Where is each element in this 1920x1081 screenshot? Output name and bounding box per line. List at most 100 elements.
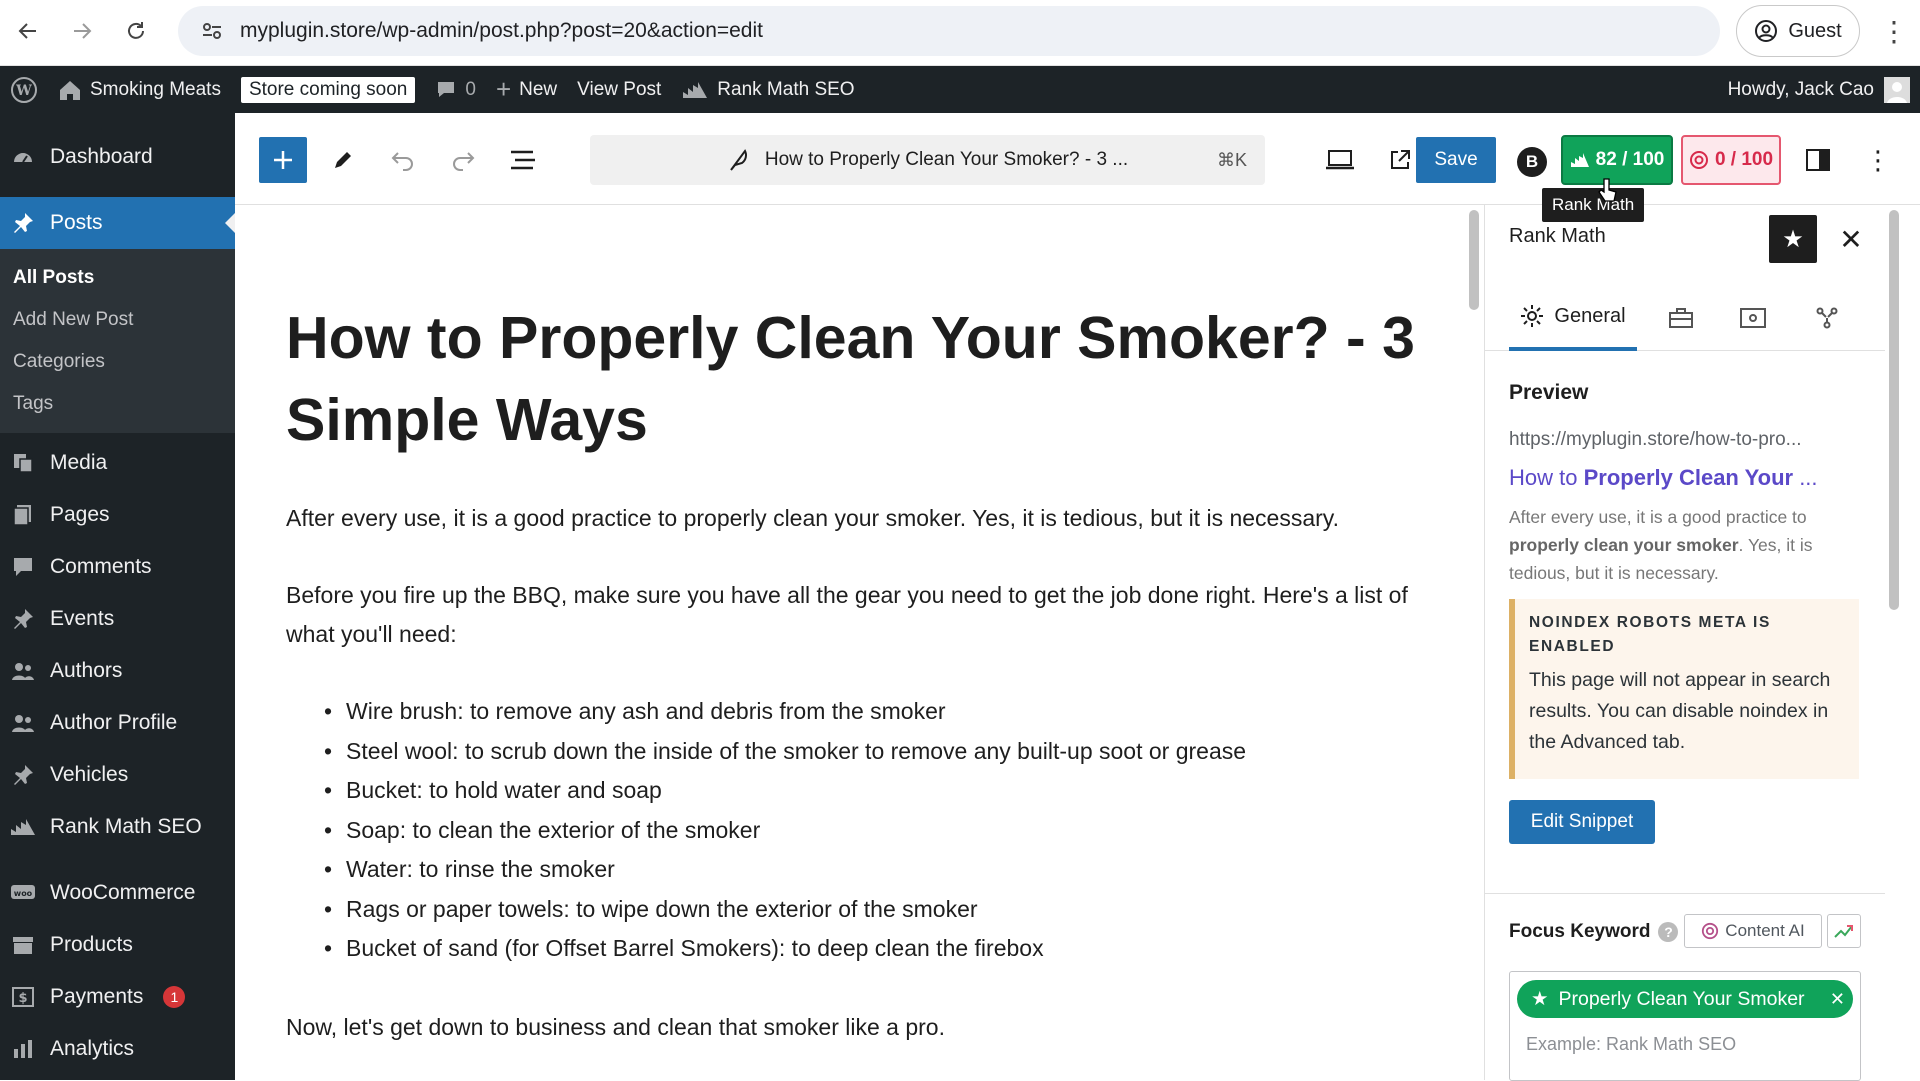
panel-scrollbar[interactable] (1889, 210, 1899, 610)
list-block[interactable]: Wire brush: to remove any ash and debris… (324, 692, 1426, 969)
content-ai-score-button[interactable]: 0 / 100 (1681, 135, 1781, 185)
site-settings-icon[interactable] (198, 17, 226, 45)
browser-toolbar: myplugin.store/wp-admin/post.php?post=20… (0, 0, 1920, 66)
focus-keyword-input[interactable]: ★ Properly Clean Your Smoker ✕ Example: … (1509, 971, 1861, 1081)
paragraph-block[interactable]: Before you fire up the BBQ, make sure yo… (286, 576, 1426, 654)
settings-sidebar-icon[interactable] (1796, 137, 1840, 183)
sidebar-item-comments[interactable]: Comments (0, 541, 235, 593)
list-item[interactable]: Steel wool: to scrub down the inside of … (324, 732, 1426, 772)
kebab-menu-icon[interactable]: ⋮ (1876, 8, 1912, 54)
sidebar-item-posts[interactable]: Posts (0, 197, 235, 249)
close-icon[interactable]: ✕ (1833, 219, 1869, 259)
keyword-tag[interactable]: ★ Properly Clean Your Smoker ✕ (1517, 980, 1853, 1018)
plus-icon (274, 151, 292, 169)
serp-desc-bold: properly clean your smoker (1509, 535, 1739, 555)
submenu-all-posts[interactable]: All Posts (0, 257, 235, 299)
submenu-add-new-post[interactable]: Add New Post (0, 299, 235, 341)
site-name-link[interactable]: Smoking Meats (48, 66, 231, 113)
paragraph-block[interactable]: After every use, it is a good practice t… (286, 499, 1426, 538)
tab-advanced[interactable] (1655, 285, 1707, 351)
sidebar-item-dashboard[interactable]: Dashboard (0, 131, 235, 183)
sidebar-item-analytics[interactable]: Analytics (0, 1023, 235, 1075)
serp-preview-title[interactable]: How to Properly Clean Your ... (1509, 465, 1859, 491)
sidebar-item-products[interactable]: Products (0, 919, 235, 971)
help-icon[interactable]: ? (1658, 922, 1679, 942)
media-icon (10, 450, 36, 476)
chart-icon (10, 814, 36, 840)
address-bar[interactable]: myplugin.store/wp-admin/post.php?post=20… (178, 6, 1720, 56)
view-post-link[interactable]: View Post (567, 66, 671, 113)
pin-icon (10, 762, 36, 788)
my-account[interactable]: Howdy, Jack Cao (1728, 66, 1910, 113)
list-item[interactable]: Bucket of sand (for Offset Barrel Smoker… (324, 929, 1426, 969)
submenu-tags[interactable]: Tags (0, 383, 235, 425)
rank-math-seo-label: Rank Math SEO (717, 78, 855, 100)
noindex-notice: NOINDEX ROBOTS META IS ENABLED This page… (1509, 599, 1859, 779)
new-label: New (519, 78, 558, 100)
wp-logo-icon[interactable]: W (0, 66, 48, 113)
edit-tools-icon[interactable] (321, 137, 365, 183)
store-status[interactable]: Store coming soon (231, 66, 425, 113)
forward-arrow-icon[interactable] (56, 5, 108, 57)
canvas-scrollbar[interactable] (1469, 210, 1479, 310)
new-content-link[interactable]: + New (486, 66, 567, 113)
add-block-button[interactable] (259, 137, 307, 183)
submenu-categories[interactable]: Categories (0, 341, 235, 383)
tab-schema[interactable] (1725, 285, 1781, 351)
rank-math-panel: Rank Math ★ ✕ General Preview https://my… (1484, 205, 1899, 1081)
options-menu-icon[interactable]: ⋮ (1856, 137, 1900, 183)
paragraph-block[interactable]: Now, let's get down to business and clea… (286, 1008, 1426, 1047)
serp-desc-part: After every use, it is a good practice t… (1509, 507, 1807, 527)
sidebar-item-media[interactable]: Media (0, 437, 235, 489)
b-plugin-icon[interactable]: B (1517, 147, 1547, 177)
profile-button[interactable]: Guest (1736, 5, 1860, 57)
sidebar-item-label: Events (50, 607, 115, 630)
trends-icon[interactable] (1827, 914, 1861, 948)
sidebar-item-vehicles[interactable]: Vehicles (0, 749, 235, 801)
redo-icon[interactable] (441, 137, 485, 183)
box-icon (10, 932, 36, 958)
post-title[interactable]: How to Properly Clean Your Smoker? - 3 S… (286, 297, 1416, 461)
notification-badge: 1 (163, 986, 186, 1008)
preview-desktop-icon[interactable] (1318, 137, 1362, 183)
pin-icon (10, 606, 36, 632)
tab-general[interactable]: General (1509, 285, 1637, 351)
star-icon[interactable]: ★ (1769, 215, 1817, 263)
keyword-placeholder: Example: Rank Math SEO (1526, 1034, 1737, 1054)
sidebar-item-author-profile[interactable]: Author Profile (0, 697, 235, 749)
edit-snippet-button[interactable]: Edit Snippet (1509, 800, 1655, 844)
document-overview-icon[interactable] (501, 137, 545, 183)
sidebar-item-woocommerce[interactable]: woo WooCommerce (0, 867, 235, 919)
list-item[interactable]: Wire brush: to remove any ash and debris… (324, 692, 1426, 732)
sidebar-item-rank-math-seo[interactable]: Rank Math SEO (0, 801, 235, 853)
view-post-label: View Post (577, 78, 662, 100)
keyword-text: Properly Clean Your Smoker (1558, 987, 1805, 1010)
reload-icon[interactable] (110, 5, 162, 57)
schema-icon (1740, 308, 1766, 328)
command-palette-bar[interactable]: How to Properly Clean Your Smoker? - 3 .… (590, 135, 1265, 185)
list-item[interactable]: Water: to rinse the smoker (324, 850, 1426, 890)
comments-link[interactable]: 0 (425, 66, 486, 113)
star-icon: ★ (1531, 988, 1549, 1010)
list-item[interactable]: Soap: to clean the exterior of the smoke… (324, 811, 1426, 851)
save-button[interactable]: Save (1416, 137, 1496, 183)
sidebar-item-events[interactable]: Events (0, 593, 235, 645)
sidebar-item-label: Vehicles (50, 763, 129, 786)
sidebar-item-payments[interactable]: $ Payments 1 (0, 971, 235, 1023)
sidebar-item-pages[interactable]: Pages (0, 489, 235, 541)
list-item[interactable]: Rags or paper towels: to wipe down the e… (324, 890, 1426, 930)
back-arrow-icon[interactable] (2, 5, 54, 57)
focus-keyword-label: Focus Keyword ? (1509, 921, 1679, 943)
gear-icon (1521, 305, 1544, 327)
remove-keyword-icon[interactable]: ✕ (1830, 989, 1845, 1010)
posts-submenu: All Posts Add New Post Categories Tags (0, 249, 235, 433)
rank-math-seo-link[interactable]: Rank Math SEO (671, 66, 864, 113)
undo-icon[interactable] (381, 137, 425, 183)
content-ai-button[interactable]: Content AI (1684, 914, 1822, 948)
sidebar-item-authors[interactable]: Authors (0, 645, 235, 697)
sidebar-item-label: Products (50, 933, 133, 956)
tab-social[interactable] (1799, 285, 1855, 351)
list-item[interactable]: Bucket: to hold water and soap (324, 771, 1426, 811)
shortcut-hint: ⌘K (1216, 149, 1247, 170)
content-ai-label: Content AI (1725, 921, 1805, 940)
